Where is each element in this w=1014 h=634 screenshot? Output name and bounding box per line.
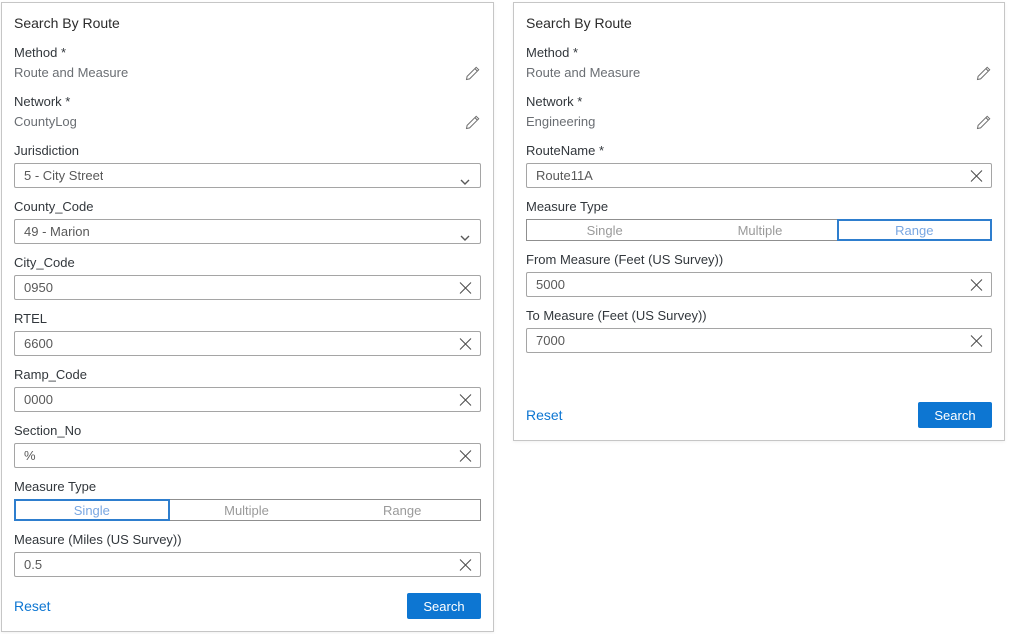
- to-measure-input[interactable]: [526, 328, 992, 353]
- route-name-input[interactable]: [526, 163, 992, 188]
- reset-link[interactable]: Reset: [14, 598, 51, 614]
- measure-type-control: Single Multiple Range: [14, 499, 481, 521]
- rtel-input[interactable]: [14, 331, 481, 356]
- clear-input-button[interactable]: [970, 334, 983, 347]
- x-icon: [459, 393, 472, 406]
- reset-link[interactable]: Reset: [526, 407, 563, 423]
- network-label: Network *: [14, 94, 481, 110]
- x-icon: [970, 169, 983, 182]
- jurisdiction-label: Jurisdiction: [14, 143, 481, 159]
- county-code-selected-value: 49 - Marion: [24, 224, 90, 239]
- chevron-down-icon: [460, 172, 470, 179]
- rtel-label: RTEL: [14, 311, 481, 327]
- network-field: Network * CountyLog: [14, 94, 481, 130]
- network-value: Engineering: [526, 114, 595, 130]
- measure-type-option-multiple[interactable]: Multiple: [169, 500, 325, 520]
- search-button[interactable]: Search: [407, 593, 481, 619]
- search-button[interactable]: Search: [918, 402, 992, 428]
- clear-input-button[interactable]: [459, 558, 472, 571]
- measure-type-option-single[interactable]: Single: [14, 499, 170, 521]
- clear-input-button[interactable]: [459, 281, 472, 294]
- x-icon: [970, 334, 983, 347]
- measure-label: Measure (Miles (US Survey)): [14, 532, 481, 548]
- measure-type-field: Measure Type Single Multiple Range: [526, 199, 992, 241]
- from-measure-label: From Measure (Feet (US Survey)): [526, 252, 992, 268]
- measure-type-option-multiple[interactable]: Multiple: [682, 220, 837, 240]
- measure-type-option-range[interactable]: Range: [324, 500, 480, 520]
- clear-input-button[interactable]: [970, 169, 983, 182]
- measure-type-control: Single Multiple Range: [526, 219, 992, 241]
- ramp-code-input[interactable]: [14, 387, 481, 412]
- measure-type-label: Measure Type: [526, 199, 992, 215]
- x-icon: [970, 278, 983, 291]
- panel-footer: Reset Search: [14, 593, 481, 619]
- network-field: Network * Engineering: [526, 94, 992, 130]
- measure-type-option-single[interactable]: Single: [527, 220, 682, 240]
- pencil-icon[interactable]: [976, 65, 992, 81]
- panel-footer: Reset Search: [526, 402, 992, 428]
- pencil-icon[interactable]: [976, 114, 992, 130]
- route-name-field: RouteName *: [526, 143, 992, 188]
- search-by-route-panel-right: Search By Route Method * Route and Measu…: [513, 2, 1005, 441]
- jurisdiction-selected-value: 5 - City Street: [24, 168, 103, 183]
- from-measure-field: From Measure (Feet (US Survey)): [526, 252, 992, 297]
- method-field: Method * Route and Measure: [526, 45, 992, 81]
- route-name-label: RouteName *: [526, 143, 992, 159]
- search-by-route-panel-left: Search By Route Method * Route and Measu…: [1, 2, 494, 632]
- x-icon: [459, 449, 472, 462]
- to-measure-field: To Measure (Feet (US Survey)): [526, 308, 992, 353]
- rtel-field: RTEL: [14, 311, 481, 356]
- city-code-label: City_Code: [14, 255, 481, 271]
- network-value: CountyLog: [14, 114, 77, 130]
- jurisdiction-select[interactable]: 5 - City Street: [14, 163, 481, 188]
- to-measure-label: To Measure (Feet (US Survey)): [526, 308, 992, 324]
- jurisdiction-field: Jurisdiction 5 - City Street: [14, 143, 481, 188]
- method-field: Method * Route and Measure: [14, 45, 481, 81]
- pencil-icon[interactable]: [465, 114, 481, 130]
- method-value: Route and Measure: [526, 65, 640, 81]
- section-no-field: Section_No: [14, 423, 481, 468]
- county-code-field: County_Code 49 - Marion: [14, 199, 481, 244]
- county-code-label: County_Code: [14, 199, 481, 215]
- county-code-select[interactable]: 49 - Marion: [14, 219, 481, 244]
- panel-title: Search By Route: [526, 15, 992, 31]
- from-measure-input[interactable]: [526, 272, 992, 297]
- clear-input-button[interactable]: [970, 278, 983, 291]
- measure-type-option-range[interactable]: Range: [837, 219, 992, 241]
- city-code-field: City_Code: [14, 255, 481, 300]
- section-no-label: Section_No: [14, 423, 481, 439]
- measure-type-field: Measure Type Single Multiple Range: [14, 479, 481, 521]
- panel-title: Search By Route: [14, 15, 481, 31]
- x-icon: [459, 281, 472, 294]
- x-icon: [459, 337, 472, 350]
- network-label: Network *: [526, 94, 992, 110]
- x-icon: [459, 558, 472, 571]
- measure-type-label: Measure Type: [14, 479, 481, 495]
- city-code-input[interactable]: [14, 275, 481, 300]
- clear-input-button[interactable]: [459, 393, 472, 406]
- method-value: Route and Measure: [14, 65, 128, 81]
- method-label: Method *: [14, 45, 481, 61]
- chevron-down-icon: [460, 228, 470, 235]
- ramp-code-label: Ramp_Code: [14, 367, 481, 383]
- clear-input-button[interactable]: [459, 449, 472, 462]
- ramp-code-field: Ramp_Code: [14, 367, 481, 412]
- measure-field: Measure (Miles (US Survey)): [14, 532, 481, 577]
- pencil-icon[interactable]: [465, 65, 481, 81]
- measure-input[interactable]: [14, 552, 481, 577]
- method-label: Method *: [526, 45, 992, 61]
- section-no-input[interactable]: [14, 443, 481, 468]
- clear-input-button[interactable]: [459, 337, 472, 350]
